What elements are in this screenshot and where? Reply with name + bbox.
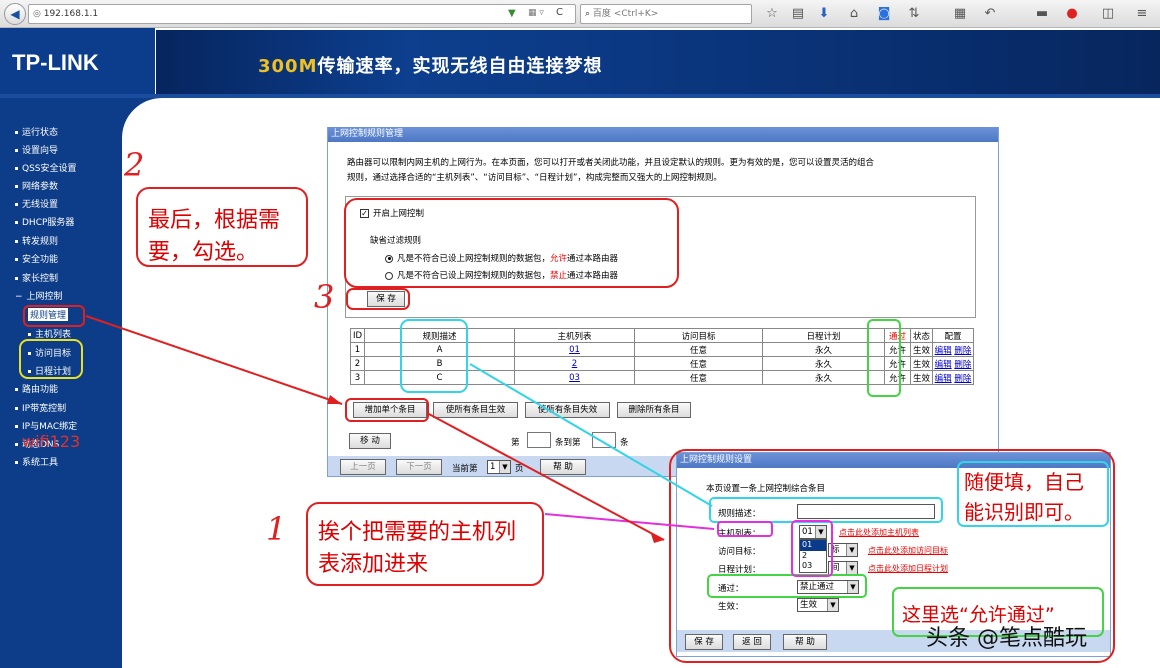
watermark: 头条 @笔点酷玩 bbox=[926, 626, 1087, 651]
annotation-box-add bbox=[345, 398, 429, 422]
annotation-number-1: 1 bbox=[266, 510, 287, 548]
annotation-box-save bbox=[346, 288, 410, 310]
annotation-box-target-schedule bbox=[19, 339, 83, 379]
annotation-note1-line2: 表添加进来 bbox=[318, 552, 429, 577]
annotation-note2-line1: 最后，根据需 bbox=[148, 208, 281, 233]
annotation-line-cyan bbox=[469, 363, 713, 507]
annotation-number-3: 3 bbox=[314, 278, 335, 316]
annotation-note2-line2: 要，勾选。 bbox=[148, 240, 259, 265]
annotation-box-desc-field bbox=[709, 497, 943, 523]
annotation-box-pass-col bbox=[867, 319, 901, 397]
annotation-cyan-note-line1: 随便填，自己 bbox=[964, 470, 1084, 494]
annotation-cyan-note-line2: 能识别即可。 bbox=[964, 500, 1084, 524]
annotation-box-rule-manage bbox=[23, 305, 85, 327]
annotation-box-desc-col bbox=[400, 319, 468, 393]
annotation-box-pass-field bbox=[707, 574, 867, 598]
annotation-number-2: 2 bbox=[124, 146, 145, 184]
annotation-arrow-rule-to-add bbox=[85, 315, 343, 405]
annotation-box-host-select bbox=[791, 520, 833, 577]
annotation-note1-line1: 挨个把需要的主机列 bbox=[318, 520, 517, 545]
arrow-head-icon bbox=[327, 395, 342, 404]
annotation-layer bbox=[19, 187, 1115, 663]
annotation-box-host-label bbox=[717, 521, 773, 537]
annotation-box-options bbox=[344, 198, 679, 288]
